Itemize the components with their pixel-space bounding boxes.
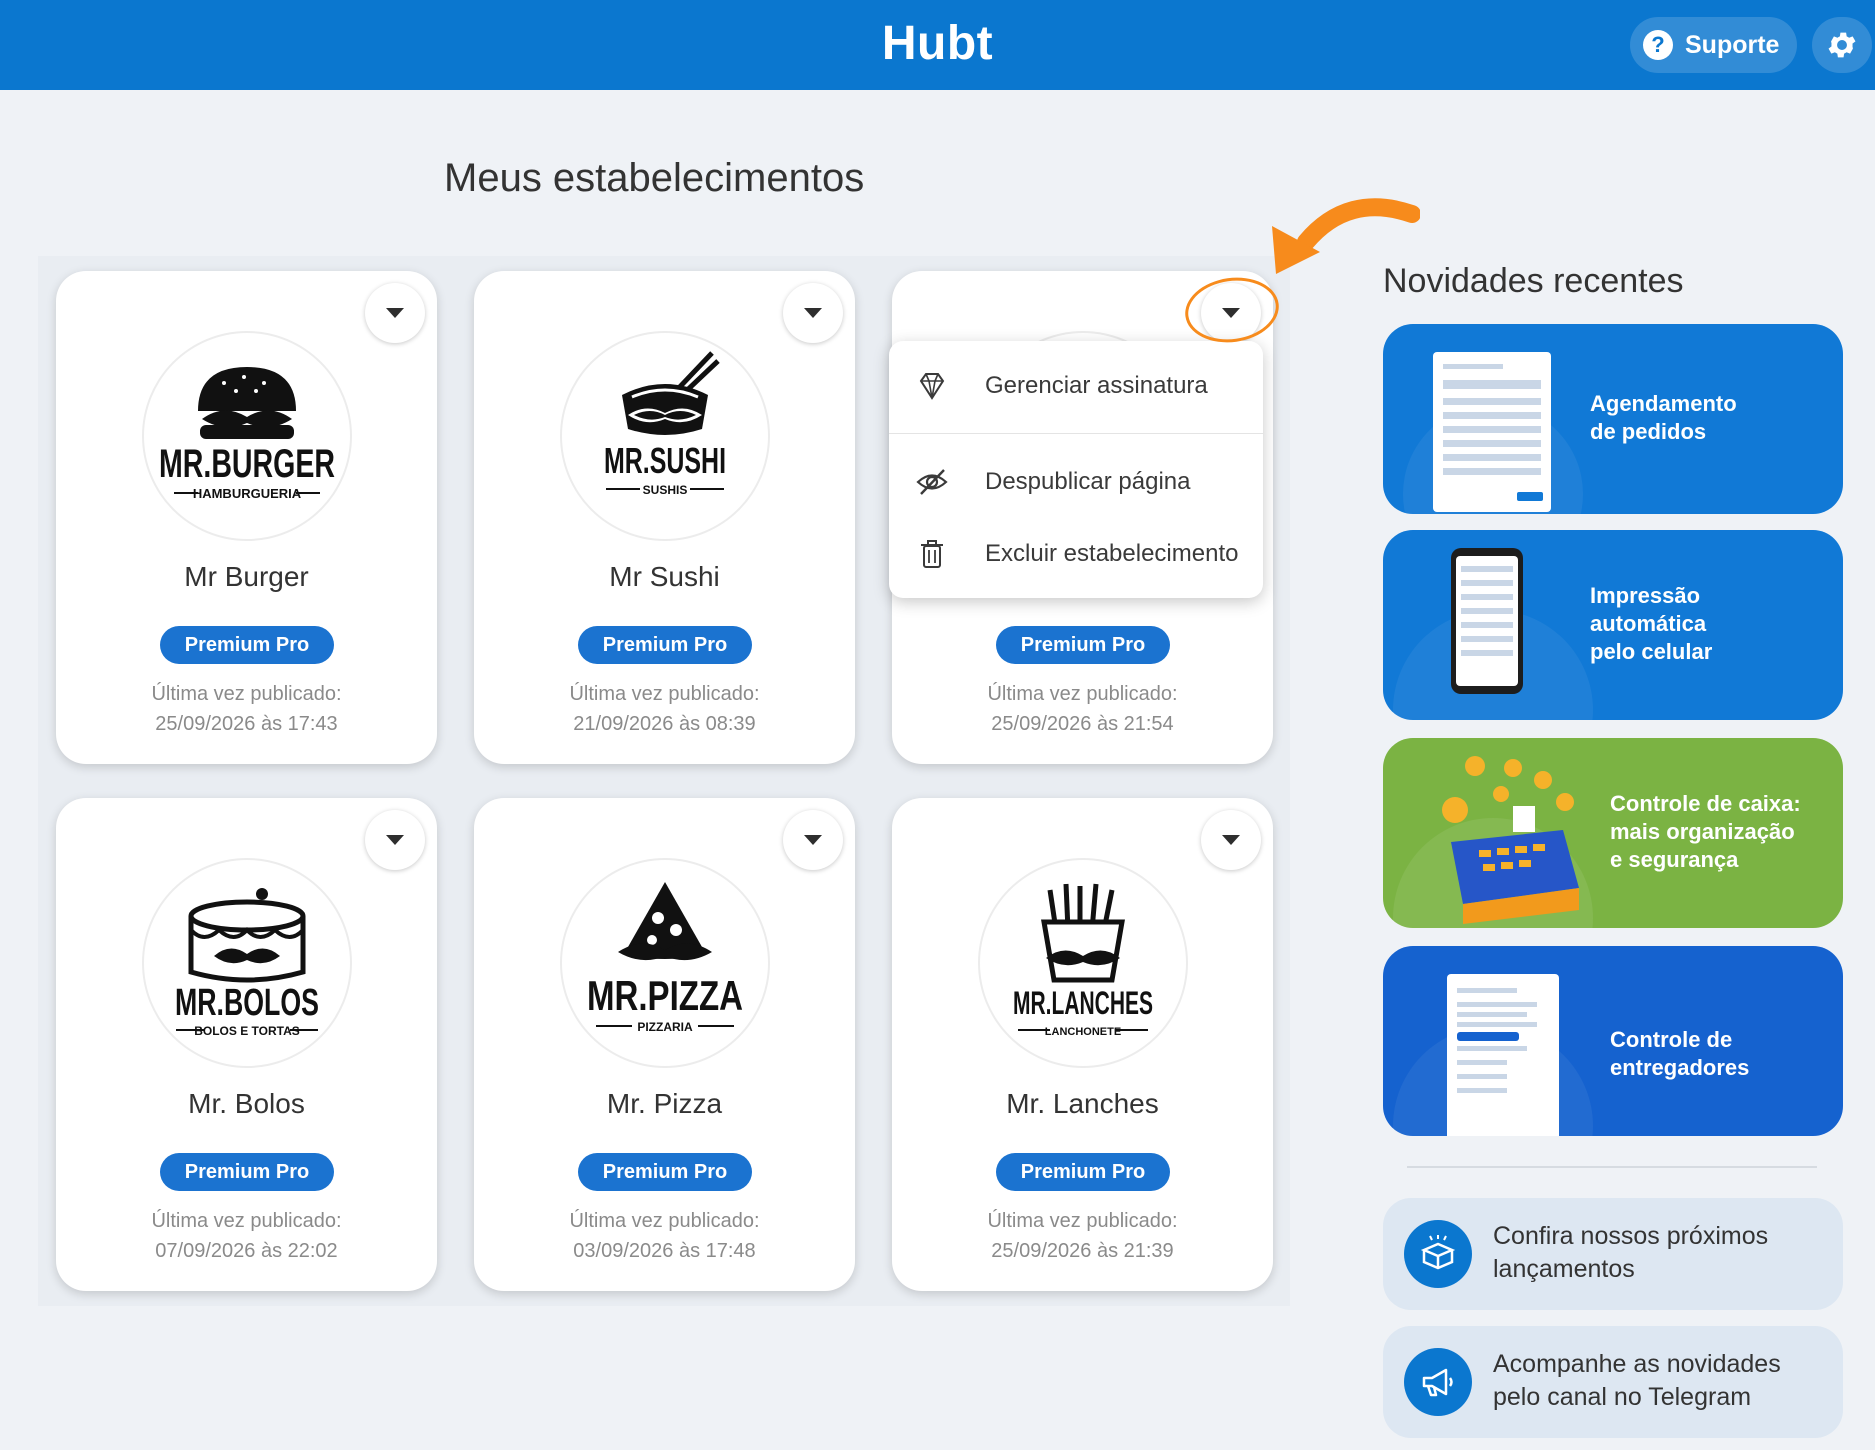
card-menu-button[interactable] — [1201, 810, 1261, 870]
link-text: Acompanhe as novidades — [1493, 1350, 1781, 1378]
published-label: Última vez publicado: — [569, 683, 760, 705]
telegram-channel-link[interactable]: Acompanhe as novidades pelo canal no Tel… — [1383, 1326, 1843, 1438]
news-card-scheduling[interactable]: Agendamento de pedidos — [1383, 324, 1843, 514]
menu-divider — [889, 433, 1263, 434]
divider — [1407, 1166, 1817, 1168]
logo-title: MR.BURGER — [159, 442, 335, 486]
gear-icon — [1828, 32, 1856, 58]
news-card-auto-printing[interactable]: Impressão automática pelo celular — [1383, 530, 1843, 720]
news-card-text: Controle de caixa: — [1610, 791, 1801, 816]
menu-item-label: Despublicar página — [985, 468, 1191, 495]
plan-badge: Premium Pro — [996, 1153, 1170, 1191]
box-icon — [1404, 1220, 1472, 1288]
card-menu-button[interactable] — [365, 810, 425, 870]
published-date: 25/09/2026 às 17:43 — [155, 713, 338, 735]
establishment-name: Mr. Pizza — [606, 1088, 723, 1119]
news-card-couriers[interactable]: Controle de entregadores — [1383, 946, 1843, 1136]
menu-item-label: Gerenciar assinatura — [985, 372, 1208, 399]
help-icon: ? — [1643, 30, 1673, 60]
establishment-logo: MR.LANCHES LANCHONETE — [980, 860, 1186, 1066]
support-label: Suporte — [1685, 30, 1780, 59]
logo-subtitle: PIZZARIA — [637, 1020, 693, 1034]
plan-badge: Premium Pro — [578, 626, 752, 664]
caret-down-icon — [804, 308, 822, 318]
establishment-card[interactable]: MR.BURGER HAMBURGUERIA Mr Burger Premium… — [56, 271, 437, 764]
establishment-name: Mr. Lanches — [1006, 1088, 1159, 1119]
link-text: Confira nossos próximos — [1493, 1222, 1769, 1250]
published-label: Última vez publicado: — [987, 1210, 1178, 1232]
link-text: lançamentos — [1493, 1255, 1635, 1283]
published-date: 03/09/2026 às 17:48 — [573, 1240, 756, 1262]
establishment-name: Mr Sushi — [609, 561, 720, 592]
caret-down-icon — [804, 835, 822, 845]
logo-subtitle: LANCHONETE — [1045, 1026, 1121, 1038]
caret-down-icon — [386, 308, 404, 318]
establishment-logo: MR.SUSHI SUSHIS — [562, 333, 768, 539]
logo-title: MR.SUSHI — [604, 440, 726, 481]
news-card-text: Controle de — [1610, 1027, 1733, 1052]
menu-item-label: Excluir estabelecimento — [985, 540, 1239, 567]
card-dropdown-menu: Gerenciar assinatura Despublicar página Ex… — [889, 341, 1263, 598]
news-card-text: pelo celular — [1590, 639, 1713, 664]
logo-subtitle: BOLOS E TORTAS — [194, 1024, 300, 1038]
trash-icon — [915, 537, 967, 571]
megaphone-icon — [1404, 1348, 1472, 1416]
establishment-logo: MR.BOLOS BOLOS E TORTAS — [144, 860, 350, 1066]
published-date: 25/09/2026 às 21:39 — [991, 1240, 1174, 1262]
logo-subtitle: SUSHIS — [643, 483, 688, 497]
published-date: 07/09/2026 às 22:02 — [155, 1240, 338, 1262]
logo-subtitle: HAMBURGUERIA — [193, 486, 302, 501]
published-label: Última vez publicado: — [151, 1210, 342, 1232]
plan-badge: Premium Pro — [160, 1153, 334, 1191]
upcoming-releases-link[interactable]: Confira nossos próximos lançamentos — [1383, 1198, 1843, 1310]
logo-title: MR.PIZZA — [587, 972, 743, 1019]
establishment-card[interactable]: MR.SUSHI SUSHIS Mr Sushi Premium Pro Últ… — [474, 271, 855, 764]
news-title: Novidades recentes — [1383, 262, 1684, 300]
news-card-text: e segurança — [1610, 847, 1739, 872]
settings-button[interactable] — [1812, 17, 1872, 73]
establishment-card[interactable]: MR.BOLOS BOLOS E TORTAS Mr. Bolos Premiu… — [56, 798, 437, 1291]
published-date: 21/09/2026 às 08:39 — [573, 713, 756, 735]
published-label: Última vez publicado: — [151, 683, 342, 705]
diamond-icon — [915, 369, 967, 403]
top-bar: Hubt ? Suporte — [0, 0, 1875, 90]
news-card-text: entregadores — [1610, 1055, 1750, 1080]
link-text: pelo canal no Telegram — [1493, 1383, 1752, 1411]
news-card-text: Impressão — [1590, 583, 1701, 608]
establishment-name: Mr Burger — [184, 561, 309, 592]
caret-down-icon — [386, 835, 404, 845]
manage-subscription-item[interactable]: Gerenciar assinatura — [889, 356, 1263, 416]
establishment-name: Mr. Bolos — [188, 1088, 305, 1119]
news-card-text: Agendamento — [1590, 391, 1737, 416]
news-card-text: mais organização — [1610, 819, 1795, 844]
establishment-card[interactable]: MR.LANCHES LANCHONETE Mr. Lanches Premiu… — [892, 798, 1273, 1291]
published-label: Última vez publicado: — [569, 1210, 760, 1232]
logo-title: MR.LANCHES — [1013, 985, 1153, 1021]
published-label: Última vez publicado: — [987, 683, 1178, 705]
unpublish-page-item[interactable]: Despublicar página — [889, 452, 1263, 512]
delete-establishment-item[interactable]: Excluir estabelecimento — [889, 524, 1263, 584]
caret-down-icon — [1222, 835, 1240, 845]
plan-badge: Premium Pro — [160, 626, 334, 664]
card-menu-button[interactable] — [783, 283, 843, 343]
plan-badge: Premium Pro — [578, 1153, 752, 1191]
card-menu-button[interactable] — [365, 283, 425, 343]
logo-title: MR.BOLOS — [175, 982, 319, 1024]
card-menu-button[interactable] — [783, 810, 843, 870]
page-title: Meus estabelecimentos — [444, 156, 865, 200]
plan-badge: Premium Pro — [996, 626, 1170, 664]
brand-logo: Hubt — [881, 17, 994, 70]
published-date: 25/09/2026 às 21:54 — [991, 713, 1174, 735]
support-button[interactable]: ? Suporte — [1630, 17, 1797, 73]
establishment-logo: MR.PIZZA PIZZARIA — [562, 860, 768, 1066]
news-card-text: de pedidos — [1590, 419, 1707, 444]
news-card-text: automática — [1590, 611, 1707, 636]
establishment-card[interactable]: MR.PIZZA PIZZARIA Mr. Pizza Premium Pro … — [474, 798, 855, 1291]
eye-off-icon — [915, 465, 967, 499]
establishment-logo: MR.BURGER HAMBURGUERIA — [144, 333, 350, 539]
news-card-cash-control[interactable]: Controle de caixa: mais organização e se… — [1383, 738, 1843, 928]
